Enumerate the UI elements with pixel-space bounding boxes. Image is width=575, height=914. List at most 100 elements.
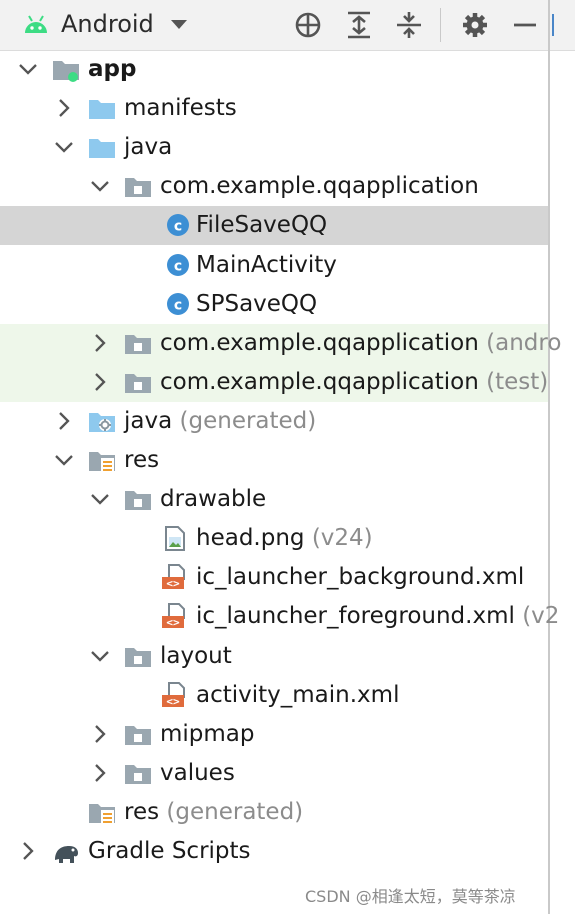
dropdown-caret-icon[interactable] <box>171 20 187 29</box>
watermark: CSDN @相逢太短，莫等茶凉 <box>305 887 516 906</box>
node-name: java <box>124 134 173 160</box>
collapse-all-icon[interactable] <box>394 10 424 40</box>
node-hint: (generated) <box>166 799 304 825</box>
expand-all-icon[interactable] <box>344 10 374 40</box>
tree-node-label: mipmap <box>160 720 255 749</box>
chevron-down-icon[interactable] <box>54 136 74 158</box>
chevron-right-icon[interactable] <box>90 332 110 354</box>
tree-node-label: com.example.qqapplication (test) <box>160 368 548 397</box>
tree-node-drawable[interactable]: drawable <box>0 480 548 519</box>
tree-node-values[interactable]: values <box>0 754 548 793</box>
node-name: java <box>124 408 173 434</box>
node-name: MainActivity <box>196 252 337 278</box>
svg-text:<>: <> <box>166 616 180 629</box>
tree-node-spsaveqq[interactable]: c SPSaveQQ <box>0 285 548 324</box>
tree-node-label: res (generated) <box>124 798 303 827</box>
svg-text:<>: <> <box>166 695 180 708</box>
node-hint: (test) <box>486 369 549 395</box>
package-icon <box>125 335 151 354</box>
tree-node-label: activity_main.xml <box>196 681 399 710</box>
tree-node-gradle[interactable]: Gradle Scripts <box>0 832 548 871</box>
android-icon <box>25 15 47 33</box>
xml-file-icon: <> <box>162 682 185 708</box>
tree-node-res-gen[interactable]: res (generated) <box>0 793 548 832</box>
generated-folder-icon <box>89 413 115 432</box>
tree-node-pkg-main[interactable]: com.example.qqapplication <box>0 167 548 206</box>
package-icon <box>125 178 151 197</box>
node-name: layout <box>160 643 232 669</box>
editor-tab-stub <box>550 0 575 51</box>
chevron-right-icon[interactable] <box>90 762 110 784</box>
tree-node-app[interactable]: app <box>0 50 548 89</box>
tree-node-mainactivity[interactable]: c MainActivity <box>0 246 548 285</box>
package-icon <box>125 765 151 784</box>
chevron-down-icon[interactable] <box>90 645 110 667</box>
chevron-down-icon[interactable] <box>18 58 38 80</box>
node-name: mipmap <box>160 721 255 747</box>
module-icon <box>53 61 79 82</box>
node-name: manifests <box>124 95 237 121</box>
chevron-down-icon[interactable] <box>90 175 110 197</box>
node-name: com.example.qqapplication <box>160 330 479 356</box>
tree-node-head[interactable]: head.png (v24) <box>0 519 548 558</box>
node-name: drawable <box>160 486 267 512</box>
view-selector-label[interactable]: Android <box>61 9 154 39</box>
gear-icon[interactable] <box>460 10 490 40</box>
locate-target-icon[interactable] <box>293 10 323 40</box>
project-toolbar: Android <box>0 0 548 51</box>
tree-node-mipmap[interactable]: mipmap <box>0 715 548 754</box>
tree-node-java[interactable]: java <box>0 128 548 167</box>
minimize-icon[interactable] <box>510 10 540 40</box>
chevron-down-icon[interactable] <box>54 449 74 471</box>
node-name: res <box>124 447 160 473</box>
tree-node-label: app <box>88 55 136 84</box>
tree-node-activity-main[interactable]: <> activity_main.xml <box>0 676 548 715</box>
node-name: ic_launcher_background.xml <box>196 564 525 590</box>
tree-node-ic-fg[interactable]: <> ic_launcher_foreground.xml (v2 <box>0 597 559 636</box>
node-name: head.png <box>196 525 305 551</box>
chevron-right-icon[interactable] <box>90 371 110 393</box>
tree-node-res[interactable]: res <box>0 441 548 480</box>
tree-node-label: com.example.qqapplication (andro <box>160 329 561 358</box>
tree-node-layout[interactable]: layout <box>0 637 548 676</box>
tree-node-label: SPSaveQQ <box>196 290 317 319</box>
node-name: Gradle Scripts <box>88 838 251 864</box>
tree-node-filesaveqq[interactable]: c FileSaveQQ <box>0 206 548 245</box>
image-file-icon <box>165 526 185 551</box>
tree-node-ic-bg[interactable]: <> ic_launcher_background.xml <box>0 558 548 597</box>
chevron-right-icon[interactable] <box>54 410 74 432</box>
folder-icon <box>89 100 115 119</box>
chevron-down-icon[interactable] <box>90 488 110 510</box>
svg-text:c: c <box>174 219 182 235</box>
node-name: com.example.qqapplication <box>160 369 479 395</box>
node-hint: (v24) <box>311 525 373 551</box>
tree-node-label: ic_launcher_foreground.xml (v2 <box>196 602 559 631</box>
svg-text:c: c <box>174 259 182 275</box>
xml-file-icon: <> <box>162 564 185 590</box>
chevron-right-icon[interactable] <box>54 97 74 119</box>
chevron-right-icon[interactable] <box>18 840 38 862</box>
tree-node-pkg-test[interactable]: com.example.qqapplication (test) <box>0 363 548 402</box>
tree-node-pkg-android[interactable]: com.example.qqapplication (andro <box>0 324 561 363</box>
tree-node-label: layout <box>160 642 232 671</box>
class-icon: c <box>167 293 189 315</box>
class-icon: c <box>167 214 189 236</box>
node-name: ic_launcher_foreground.xml <box>196 603 515 629</box>
package-icon <box>125 491 151 510</box>
node-name: activity_main.xml <box>196 682 400 708</box>
resource-folder-icon <box>89 804 115 825</box>
tree-node-java-gen[interactable]: java (generated) <box>0 402 548 441</box>
tree-node-label: values <box>160 759 235 788</box>
package-icon <box>125 374 151 393</box>
node-name: res <box>124 799 160 825</box>
chevron-right-icon[interactable] <box>90 723 110 745</box>
tree-node-manifests[interactable]: manifests <box>0 89 548 128</box>
tree-node-label: drawable <box>160 485 266 514</box>
node-name: app <box>88 56 137 82</box>
node-name: FileSaveQQ <box>196 212 328 238</box>
node-name: values <box>160 760 235 786</box>
tree-node-label: com.example.qqapplication <box>160 172 479 201</box>
folder-icon <box>89 139 115 158</box>
node-hint: (v2 <box>522 603 560 629</box>
node-hint: (generated) <box>179 408 317 434</box>
